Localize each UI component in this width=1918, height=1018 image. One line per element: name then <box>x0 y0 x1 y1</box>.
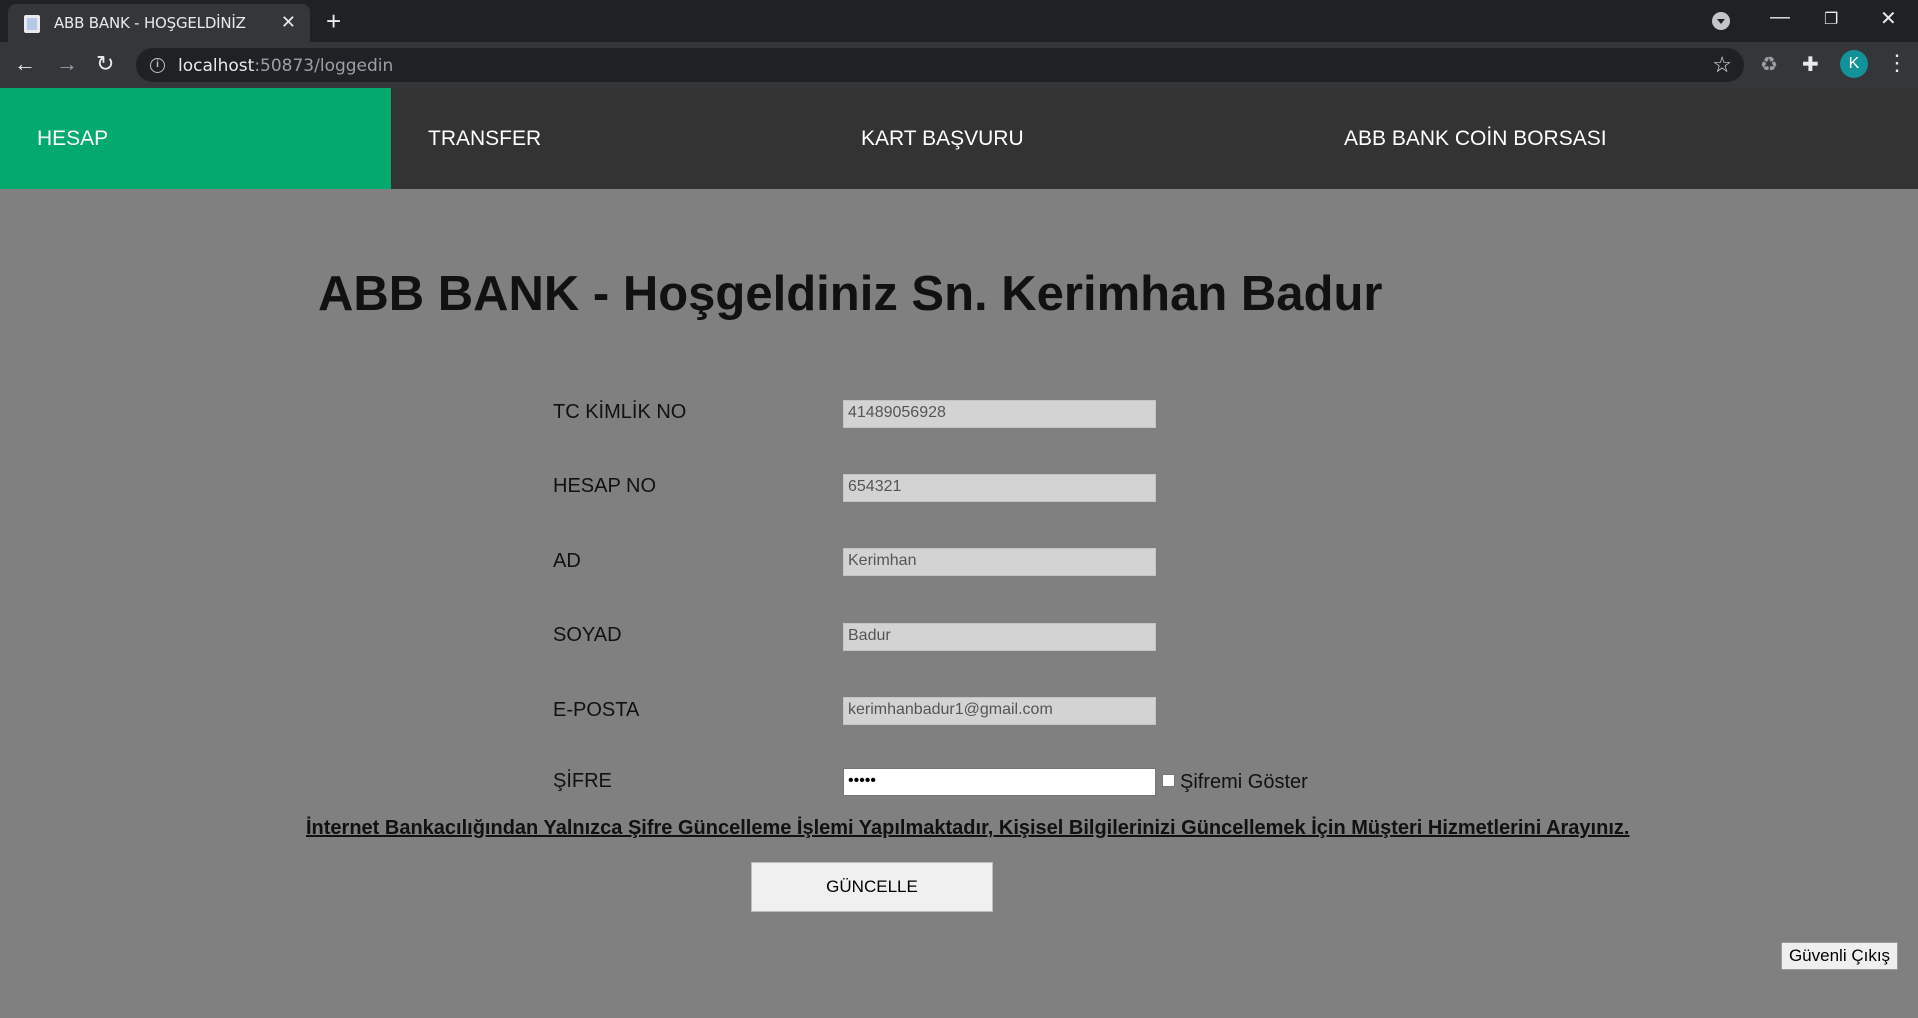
show-password-label: Şifremi Göster <box>1180 771 1308 793</box>
address-bar[interactable]: i localhost:50873/loggedin ☆ <box>136 48 1744 82</box>
sifre-label: ŞİFRE <box>553 770 612 792</box>
extensions-puzzle-icon[interactable]: ✚ <box>1802 52 1819 77</box>
hesap-no-field[interactable]: 654321 <box>843 474 1156 502</box>
ad-field[interactable]: Kerimhan <box>843 548 1156 576</box>
browser-tabbar: ABB BANK - HOŞGELDİNİZ ✕ + — ❐ ✕ <box>0 0 1918 42</box>
site-info-icon[interactable]: i <box>150 58 165 73</box>
url-text: localhost:50873/loggedin <box>178 56 394 76</box>
nav-item-hesap[interactable]: HESAP <box>0 88 391 189</box>
browser-tab[interactable]: ABB BANK - HOŞGELDİNİZ ✕ <box>8 4 310 42</box>
window-close-icon[interactable]: ✕ <box>1880 6 1897 31</box>
browser-toolbar: ← → ↻ i localhost:50873/loggedin ☆ ♻ ✚ K… <box>0 42 1918 88</box>
show-password-checkbox[interactable] <box>1162 774 1175 787</box>
close-tab-icon[interactable]: ✕ <box>281 12 296 33</box>
show-password-toggle[interactable]: Şifremi Göster <box>1162 771 1308 794</box>
page-title: ABB BANK - Hoşgeldiniz Sn. Kerimhan Badu… <box>318 267 1383 321</box>
tc-kimlik-label: TC KİMLİK NO <box>553 401 687 423</box>
notice-text: İnternet Bankacılığından Yalnızca Şifre … <box>306 817 1630 839</box>
minimize-icon[interactable]: — <box>1770 6 1790 29</box>
site-navbar: HESAP TRANSFER KART BAŞVURU ABB BANK COİ… <box>0 88 1918 189</box>
tc-kimlik-field[interactable]: 41489056928 <box>843 400 1156 428</box>
forward-icon[interactable]: → <box>56 51 78 77</box>
eposta-field[interactable]: kerimhanbadur1@gmail.com <box>843 697 1156 725</box>
update-button[interactable]: GÜNCELLE <box>751 862 993 912</box>
tab-title: ABB BANK - HOŞGELDİNİZ <box>54 14 246 32</box>
password-field[interactable]: ••••• <box>843 768 1156 796</box>
page-favicon-icon <box>24 15 40 33</box>
restore-icon[interactable]: ❐ <box>1824 9 1838 29</box>
soyad-label: SOYAD <box>553 624 622 646</box>
extension-recycle-icon[interactable]: ♻ <box>1760 52 1778 77</box>
nav-item-transfer[interactable]: TRANSFER <box>428 88 541 189</box>
nav-item-kart-basvuru[interactable]: KART BAŞVURU <box>861 88 1024 189</box>
logout-button[interactable]: Güvenli Çıkış <box>1781 942 1898 970</box>
profile-avatar[interactable]: K <box>1840 50 1868 78</box>
eposta-label: E-POSTA <box>553 699 640 721</box>
tab-search-icon[interactable] <box>1712 12 1730 30</box>
bookmark-star-icon[interactable]: ☆ <box>1712 52 1732 78</box>
new-tab-icon[interactable]: + <box>326 6 341 37</box>
nav-item-coin-borsasi[interactable]: ABB BANK COİN BORSASI <box>1344 88 1607 189</box>
soyad-field[interactable]: Badur <box>843 623 1156 651</box>
hesap-no-label: HESAP NO <box>553 475 656 497</box>
back-icon[interactable]: ← <box>14 51 36 77</box>
ad-label: AD <box>553 550 581 572</box>
browser-menu-icon[interactable]: ⋮ <box>1886 50 1908 76</box>
reload-icon[interactable]: ↻ <box>96 51 114 77</box>
